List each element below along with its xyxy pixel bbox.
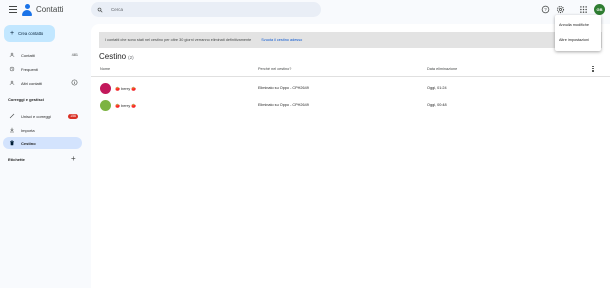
header-divider: [91, 76, 610, 77]
sidebar-item-label: Unisci e correggi: [21, 113, 51, 119]
menu-item-more-settings[interactable]: Altre impostazioni: [559, 38, 589, 42]
sidebar-item-other-contacts[interactable]: Altri contatti: [3, 77, 82, 89]
create-contact-label: Crea contatto: [18, 31, 44, 36]
contact-name: 🍅 berry 🍅: [115, 103, 137, 108]
more-vert-icon[interactable]: [591, 66, 595, 73]
sidebar-item-label: Cestino: [21, 140, 36, 146]
deletion-reason: Eliminato su Oppo - CPH2649: [258, 103, 309, 107]
sidebar-item-label: Frequenti: [21, 66, 38, 72]
settings-gear-icon[interactable]: [556, 5, 565, 14]
main-panel: I contatti che sono stati nel cestino pe…: [91, 24, 610, 288]
page-title: Cestino (2): [99, 52, 134, 61]
app-title: Contatti: [36, 5, 64, 14]
sidebar-item-merge-fix[interactable]: Unisci e correggi 156: [3, 110, 82, 122]
avatar: [100, 100, 111, 111]
menu-item-undo-changes[interactable]: Annulla modifiche: [559, 23, 589, 27]
section-heading-fix-manage: Correggi e gestisci: [8, 97, 45, 102]
contacts-count: 481: [71, 53, 78, 57]
trash-count: (2): [128, 55, 134, 60]
add-label-button[interactable]: +: [71, 155, 76, 163]
overflow-menu: Annulla modifiche Altre impostazioni: [555, 15, 601, 51]
main-menu-icon[interactable]: [9, 6, 17, 14]
create-contact-button[interactable]: + Crea contatto: [4, 25, 55, 42]
person-icon: [9, 52, 15, 58]
person-add-icon: [9, 80, 15, 86]
sidebar-item-frequent[interactable]: Frequenti: [3, 63, 82, 75]
help-icon[interactable]: ?: [541, 5, 550, 14]
table-row[interactable]: 🍅 berry 🍅 Eliminato su Oppo - CPH2649 Og…: [91, 81, 610, 97]
search-input[interactable]: [111, 7, 291, 12]
sidebar-item-label: Contatti: [21, 52, 35, 58]
contacts-logo-icon: [22, 4, 32, 16]
sidebar-item-label: Altri contatti: [21, 80, 42, 86]
sidebar-item-contacts[interactable]: Contatti 481: [3, 49, 82, 61]
plus-icon: +: [10, 30, 15, 37]
table-row[interactable]: 🍅 berry 🍅 Eliminato su Oppo - CPH2649 Og…: [91, 98, 610, 114]
sidebar-item-trash[interactable]: Cestino: [3, 137, 82, 149]
deletion-reason: Eliminato su Oppo - CPH2649: [258, 86, 309, 90]
column-header-reason[interactable]: Perché nel cestino?: [258, 67, 291, 71]
avatar: [100, 83, 111, 94]
banner-text: I contatti che sono stati nel cestino pe…: [105, 38, 252, 42]
column-header-date[interactable]: Data eliminazione: [427, 67, 457, 71]
search-bar[interactable]: [91, 2, 321, 17]
svg-text:?: ?: [544, 7, 547, 12]
apps-grid-icon[interactable]: [579, 5, 588, 14]
info-icon[interactable]: [71, 79, 78, 87]
search-icon: [97, 7, 103, 12]
trash-icon: [9, 140, 15, 146]
column-header-name[interactable]: Nome: [100, 67, 110, 71]
section-heading-labels: Etichette: [8, 157, 25, 162]
sidebar-item-label: Importa: [21, 127, 35, 133]
contact-name: 🍅 berry 🍅: [115, 86, 137, 91]
download-icon: [9, 127, 15, 133]
wand-icon: [9, 113, 15, 119]
trash-info-banner: I contatti che sono stati nel cestino pe…: [99, 32, 602, 48]
history-icon: [9, 66, 15, 72]
empty-trash-link[interactable]: Svuota il cestino adesso: [261, 38, 302, 42]
deletion-date: Oggi, 01:24: [427, 86, 447, 90]
sidebar-item-import[interactable]: Importa: [3, 124, 82, 136]
merge-fix-badge: 156: [68, 113, 78, 119]
account-avatar[interactable]: GB: [594, 4, 605, 15]
page-title-text: Cestino: [99, 52, 127, 61]
deletion-date: Oggi, 00:48: [427, 103, 447, 107]
